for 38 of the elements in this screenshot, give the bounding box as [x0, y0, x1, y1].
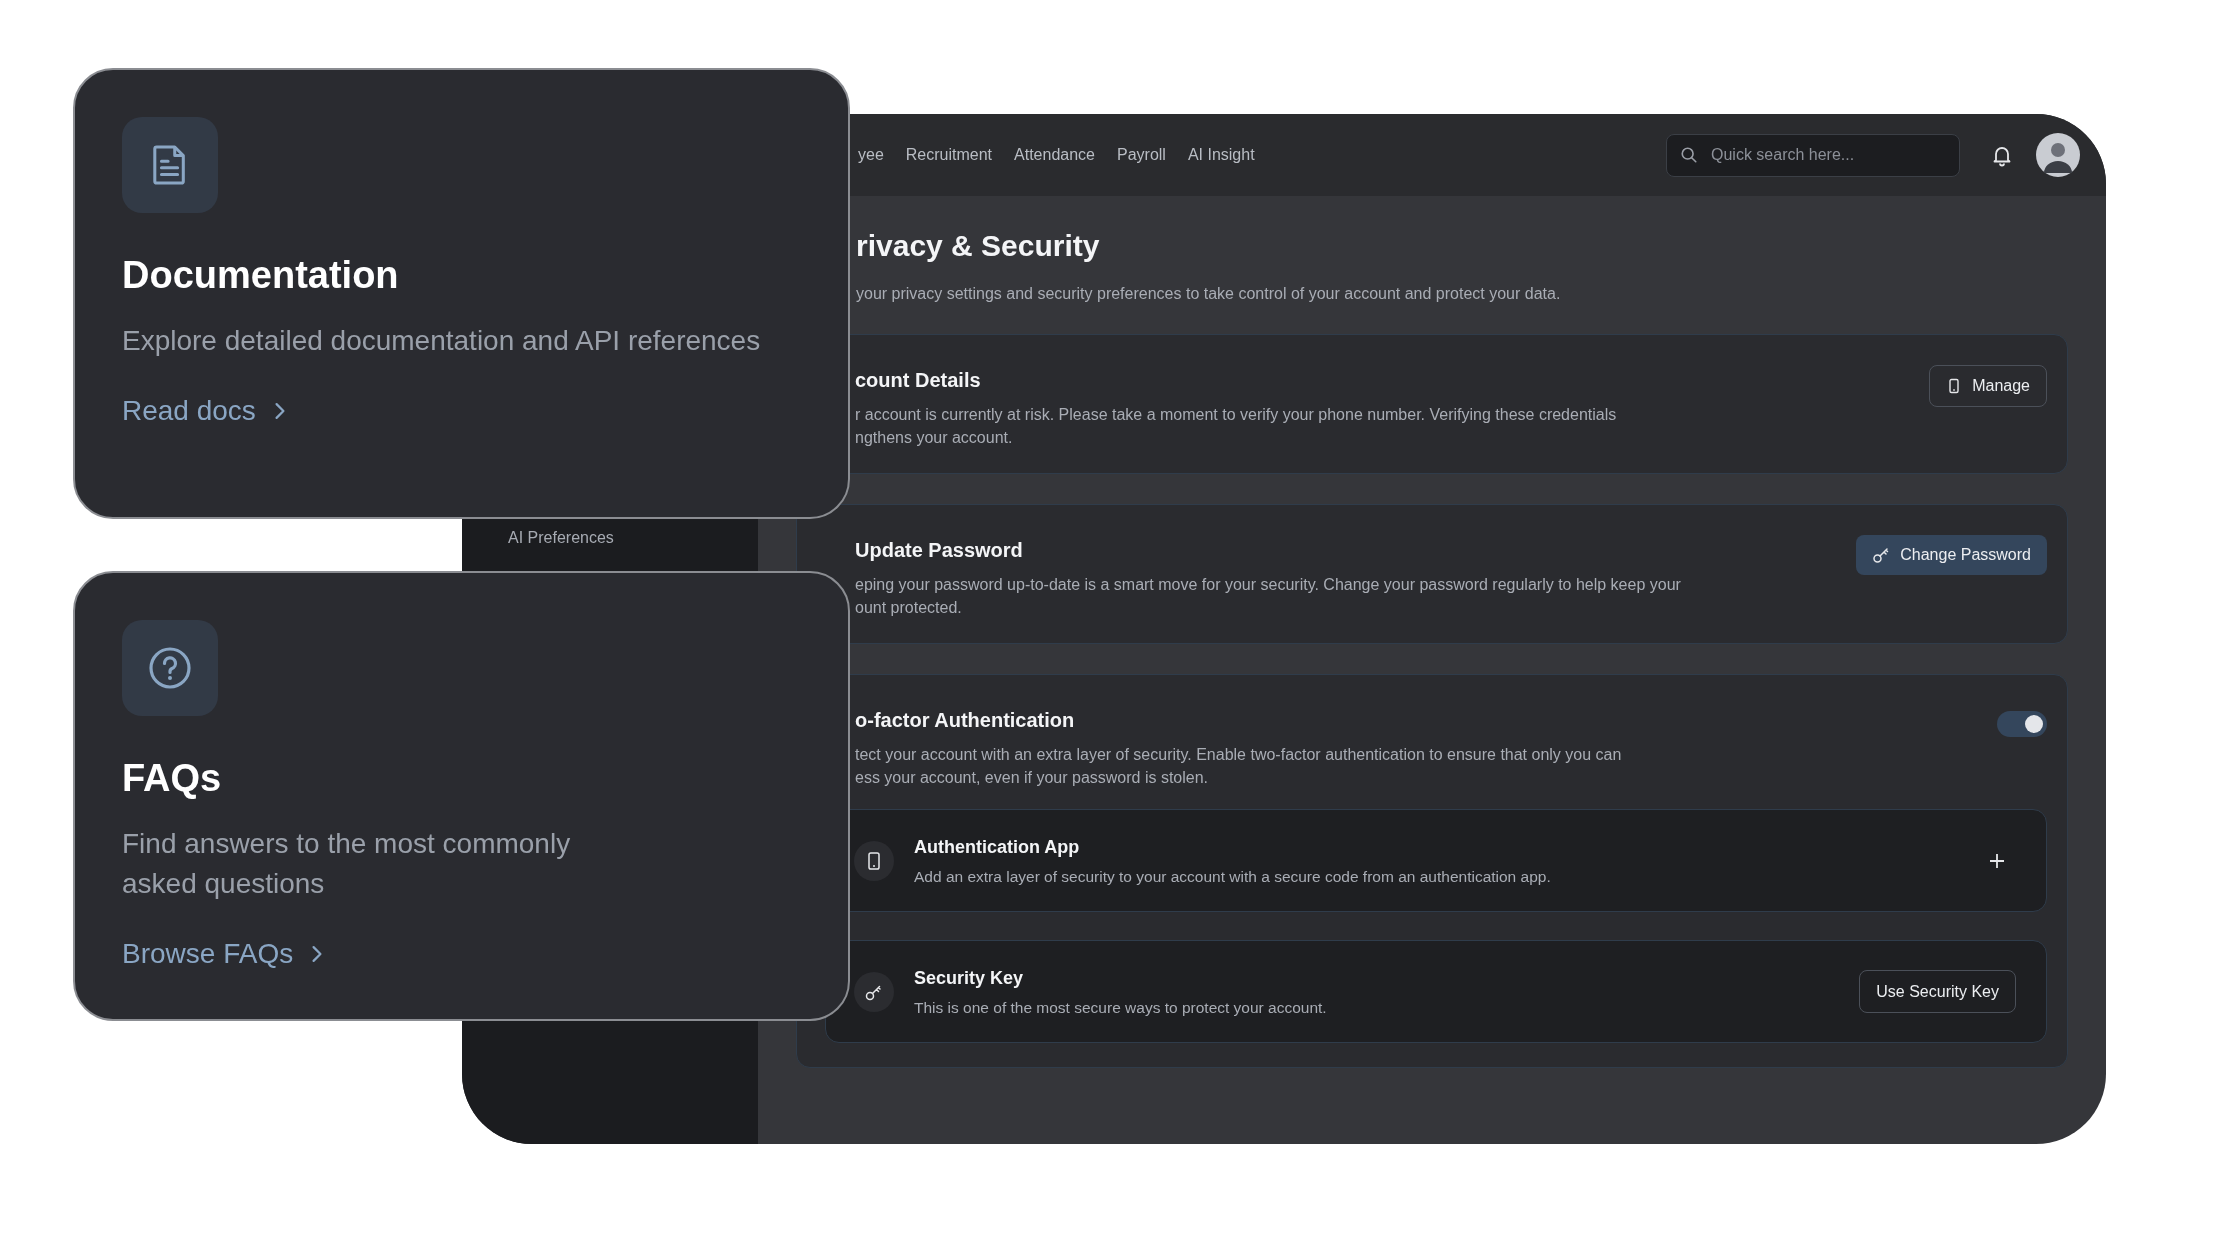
nav-link[interactable]: Recruitment	[905, 146, 993, 164]
change-password-button[interactable]: Change Password	[1856, 535, 2047, 575]
manage-button[interactable]: Manage	[1929, 365, 2047, 407]
card-title: FAQs	[122, 756, 223, 801]
card-description: Explore detailed documentation and API references	[122, 324, 762, 358]
method-description: Add an extra layer of security to your account with a secure code from an authentication app.	[914, 866, 1552, 887]
key-icon	[854, 971, 894, 1012]
search-field[interactable]: Quick search here...	[1666, 133, 1960, 177]
section-description: tect your account with an extra layer of security. Enable two-factor authentication to ensure that only you can ess your account, even if your password is stolen.	[855, 745, 1623, 788]
phone-icon	[854, 840, 894, 881]
card-description: Find answers to the most commonly asked questions	[122, 827, 572, 901]
toggle-switch[interactable]	[1997, 711, 2047, 737]
sidebar-item[interactable]: AI Preferences	[462, 524, 758, 552]
page-subtitle: your privacy settings and security preferences to take control of your account and protect your data.	[855, 284, 1562, 304]
chevron-icon	[311, 944, 324, 964]
method-title: Security Key	[914, 966, 1025, 990]
nav-link[interactable]: yee	[858, 146, 884, 164]
method-description: This is one of the most secure ways to protect your account.	[914, 997, 1328, 1018]
security-key-button[interactable]: Use Security Key	[1859, 970, 2016, 1013]
section-title: count Details	[855, 368, 982, 393]
section-description: r account is currently at risk. Please take a moment to verify your phone number. Verifying these credentials ngthens your account.	[855, 405, 1618, 448]
key-icon	[1872, 546, 1891, 564]
section-description: eping your password up-to-date is a smart move for your security. Change your password regularly to help keep your ount protected.	[855, 575, 1682, 618]
page-title: rivacy & Security	[855, 228, 1101, 264]
nav-link[interactable]: Attendance	[1014, 146, 1095, 164]
section-title: o-factor Authentication	[855, 708, 1076, 733]
card-link[interactable]: Read docs	[122, 391, 286, 431]
plus-icon[interactable]	[1988, 851, 2006, 870]
avatar-icon[interactable]	[2036, 133, 2080, 177]
search-icon	[1680, 145, 1698, 164]
section-title: Update Password	[855, 538, 1024, 563]
card-link[interactable]: Browse FAQs	[122, 934, 324, 974]
nav-link[interactable]: Payroll	[1117, 146, 1166, 164]
card-title: Documentation	[122, 253, 400, 298]
chevron-icon	[273, 401, 286, 421]
method-title: Authentication App	[914, 835, 1081, 859]
help-icon	[148, 646, 192, 690]
nav-link[interactable]: AI Insight	[1187, 146, 1255, 164]
